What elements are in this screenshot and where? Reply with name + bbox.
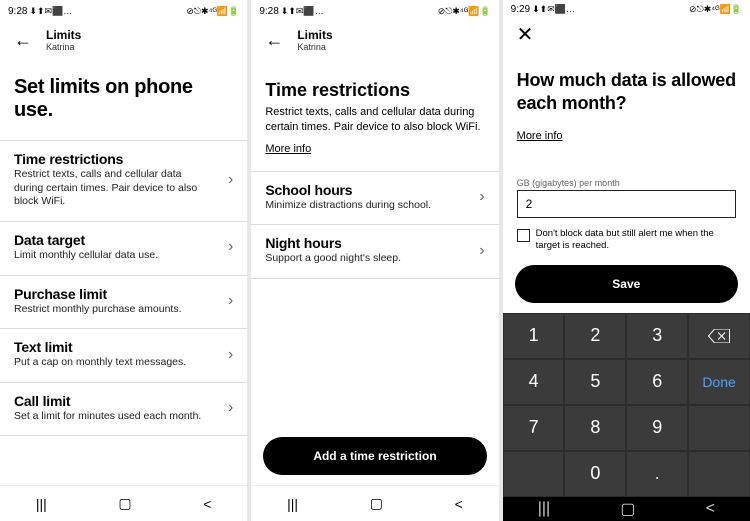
app-header: ✕	[503, 19, 750, 53]
chevron-right-icon: ›	[228, 238, 233, 256]
back-icon[interactable]: ←	[14, 31, 32, 49]
row-title: Time restrictions	[14, 151, 204, 167]
key-4[interactable]: 4	[503, 359, 565, 405]
chevron-right-icon: ›	[228, 346, 233, 364]
recent-apps-icon[interactable]: |||	[287, 496, 298, 512]
status-bar: 9:29 ⬇⬆✉⬛… ⊘⎋✱⁴ᴳ📶🔋	[503, 0, 750, 19]
header-title: Limits	[297, 28, 332, 42]
key-6[interactable]: 6	[626, 359, 688, 405]
row-data-target[interactable]: Data targetLimit monthly cellular data u…	[0, 222, 247, 276]
row-title: Text limit	[14, 339, 186, 355]
home-icon[interactable]: ▢	[620, 499, 635, 519]
row-sub: Support a good night's sleep.	[265, 252, 401, 266]
recent-apps-icon[interactable]: |||	[36, 496, 47, 512]
back-nav-icon[interactable]: <	[203, 496, 211, 512]
row-sub: Put a cap on monthly text messages.	[14, 356, 186, 370]
status-icons-left: ⬇⬆✉⬛…	[281, 6, 324, 17]
key-9[interactable]: 9	[626, 405, 688, 451]
android-nav: ||| ▢ <	[0, 485, 247, 521]
app-header: ← Limits Katrina	[0, 22, 247, 60]
numeric-keypad: 1 2 3 4 5 6 Done 7 8 9 0 .	[503, 313, 750, 497]
header-title: Limits	[46, 28, 81, 42]
checkbox-label: Don't block data but still alert me when…	[536, 228, 736, 253]
input-label: GB (gigabytes) per month	[503, 158, 750, 190]
chevron-right-icon: ›	[479, 242, 484, 260]
chevron-right-icon: ›	[228, 171, 233, 189]
key-empty	[503, 451, 565, 497]
row-title: Purchase limit	[14, 286, 182, 302]
header-text: Limits Katrina	[46, 28, 81, 52]
clock: 9:28	[259, 6, 278, 17]
row-call-limit[interactable]: Call limitSet a limit for minutes used e…	[0, 383, 247, 437]
chevron-right-icon: ›	[479, 188, 484, 206]
status-bar: 9:28 ⬇⬆✉⬛… ⊘⎋✱⁴ᴳ📶🔋	[251, 0, 498, 22]
screen-data-allowed: 9:29 ⬇⬆✉⬛… ⊘⎋✱⁴ᴳ📶🔋 ✕ How much data is al…	[503, 0, 750, 521]
close-icon[interactable]: ✕	[517, 25, 534, 45]
status-icons-right: ⊘⎋✱⁴ᴳ📶🔋	[689, 4, 742, 15]
status-bar: 9:28 ⬇⬆✉⬛… ⊘⎋✱⁴ᴳ📶🔋	[0, 0, 247, 22]
key-7[interactable]: 7	[503, 405, 565, 451]
back-nav-icon[interactable]: <	[455, 496, 463, 512]
row-sub: Limit monthly cellular data use.	[14, 249, 158, 263]
key-dot[interactable]: .	[626, 451, 688, 497]
android-nav: ||| ▢ <	[251, 485, 498, 521]
key-0[interactable]: 0	[564, 451, 626, 497]
header-subtitle: Katrina	[46, 42, 81, 52]
status-icons-left: ⬇⬆✉⬛…	[532, 4, 575, 15]
alert-only-checkbox-row[interactable]: Don't block data but still alert me when…	[503, 218, 750, 265]
header-text: Limits Katrina	[297, 28, 332, 52]
clock: 9:29	[511, 4, 530, 15]
back-icon[interactable]: ←	[265, 31, 283, 49]
row-title: Data target	[14, 232, 158, 248]
status-icons-right: ⊘⎋✱⁴ᴳ📶🔋	[438, 6, 491, 17]
row-title: School hours	[265, 182, 431, 198]
key-3[interactable]: 3	[626, 313, 688, 359]
save-button[interactable]: Save	[515, 265, 738, 303]
header-subtitle: Katrina	[297, 42, 332, 52]
chevron-right-icon: ›	[228, 399, 233, 417]
home-icon[interactable]: ▢	[118, 495, 131, 512]
page-title: Set limits on phone use.	[0, 60, 247, 140]
row-school-hours[interactable]: School hoursMinimize distractions during…	[251, 172, 498, 226]
row-title: Night hours	[265, 235, 401, 251]
key-5[interactable]: 5	[564, 359, 626, 405]
row-sub: Set a limit for minutes used each month.	[14, 410, 201, 424]
app-header: ← Limits Katrina	[251, 22, 498, 60]
chevron-right-icon: ›	[228, 292, 233, 310]
status-icons-right: ⊘⎋✱⁴ᴳ📶🔋	[186, 6, 239, 17]
page-title: How much data is allowed each month?	[503, 53, 750, 128]
key-1[interactable]: 1	[503, 313, 565, 359]
more-info-link[interactable]: More info	[251, 141, 498, 171]
key-done[interactable]: Done	[688, 359, 750, 405]
key-backspace[interactable]	[688, 313, 750, 359]
more-info-link[interactable]: More info	[503, 128, 750, 158]
page-title: Time restrictions	[251, 60, 498, 105]
row-time-restrictions[interactable]: Time restrictionsRestrict texts, calls a…	[0, 141, 247, 222]
row-text-limit[interactable]: Text limitPut a cap on monthly text mess…	[0, 329, 247, 383]
page-subtitle: Restrict texts, calls and cellular data …	[251, 105, 498, 141]
limits-list: Time restrictionsRestrict texts, calls a…	[0, 140, 247, 436]
home-icon[interactable]: ▢	[370, 495, 383, 512]
data-amount-input[interactable]: 2	[517, 190, 736, 218]
key-8[interactable]: 8	[564, 405, 626, 451]
row-purchase-limit[interactable]: Purchase limitRestrict monthly purchase …	[0, 276, 247, 330]
checkbox-icon[interactable]	[517, 229, 530, 242]
key-empty	[688, 405, 750, 451]
time-presets-list: School hoursMinimize distractions during…	[251, 171, 498, 279]
screen-limits-list: 9:28 ⬇⬆✉⬛… ⊘⎋✱⁴ᴳ📶🔋 ← Limits Katrina Set …	[0, 0, 247, 521]
row-sub: Minimize distractions during school.	[265, 199, 431, 213]
row-sub: Restrict monthly purchase amounts.	[14, 303, 182, 317]
row-night-hours[interactable]: Night hoursSupport a good night's sleep.…	[251, 225, 498, 279]
status-icons-left: ⬇⬆✉⬛…	[29, 6, 72, 17]
row-title: Call limit	[14, 393, 201, 409]
recent-apps-icon[interactable]: |||	[538, 500, 550, 518]
screen-time-restrictions: 9:28 ⬇⬆✉⬛… ⊘⎋✱⁴ᴳ📶🔋 ← Limits Katrina Time…	[251, 0, 498, 521]
back-nav-icon[interactable]: <	[706, 500, 715, 518]
key-2[interactable]: 2	[564, 313, 626, 359]
key-empty	[688, 451, 750, 497]
android-nav: ||| ▢ <	[503, 497, 750, 521]
clock: 9:28	[8, 6, 27, 17]
row-sub: Restrict texts, calls and cellular data …	[14, 168, 204, 209]
add-restriction-button[interactable]: Add a time restriction	[263, 437, 486, 475]
